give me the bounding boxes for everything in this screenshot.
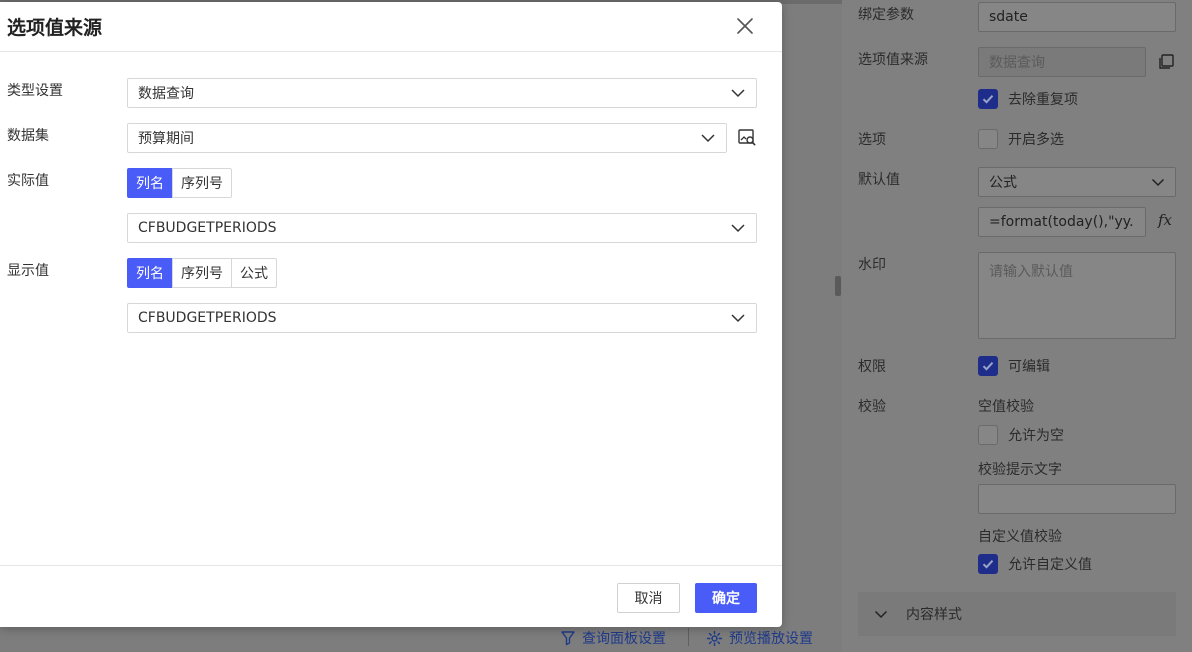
dedupe-checkbox[interactable]: 去除重复项 xyxy=(978,89,1078,109)
default-type-value: 公式 xyxy=(989,175,1017,191)
type-setting-select[interactable]: 数据查询 xyxy=(127,78,757,108)
actual-value-label: 实际值 xyxy=(7,173,49,189)
query-panel-settings-link[interactable]: 查询面板设置 xyxy=(560,628,666,648)
panel-resize-handle[interactable] xyxy=(835,276,841,296)
bind-param-value: sdate xyxy=(989,9,1028,25)
editable-label: 可编辑 xyxy=(1008,359,1050,375)
actual-tab-sequence[interactable]: 序列号 xyxy=(172,168,232,198)
type-setting-value: 数据查询 xyxy=(138,86,194,102)
confirm-button[interactable]: 确定 xyxy=(695,583,757,613)
chevron-down-icon xyxy=(874,610,888,619)
hint-text-title: 校验提示文字 xyxy=(978,462,1062,478)
content-style-label: 内容样式 xyxy=(906,607,962,623)
watermark-label: 水印 xyxy=(858,257,886,273)
display-tab-sequence[interactable]: 序列号 xyxy=(172,258,232,288)
empty-validation-title: 空值校验 xyxy=(978,399,1034,415)
dataset-preview-icon[interactable] xyxy=(737,127,757,147)
allow-custom-check-icon xyxy=(978,554,998,574)
dedupe-check-icon xyxy=(978,89,998,109)
multi-select-label: 开启多选 xyxy=(1008,132,1064,148)
query-panel-settings-label: 查询面板设置 xyxy=(582,631,666,647)
default-type-select[interactable]: 公式 xyxy=(978,167,1176,197)
actual-column-select[interactable]: CFBUDGETPERIODS xyxy=(127,213,757,243)
allow-custom-label: 允许自定义值 xyxy=(1008,557,1092,573)
chevron-down-icon xyxy=(731,89,745,98)
filter-icon xyxy=(561,631,575,646)
actual-value-tabs: 列名 序列号 xyxy=(127,168,232,198)
dataset-value: 预算期间 xyxy=(138,131,194,147)
formula-icon[interactable]: fx xyxy=(1158,211,1172,229)
option-source-dialog: 选项值来源 类型设置 数据查询 数据集 预算期间 实际值 列名 序列号 CFBU… xyxy=(0,2,782,627)
permission-label: 权限 xyxy=(858,359,886,375)
display-column-select[interactable]: CFBUDGETPERIODS xyxy=(127,303,757,333)
close-icon[interactable] xyxy=(734,15,756,37)
validation-label: 校验 xyxy=(858,399,886,415)
preview-play-settings-link[interactable]: 预览播放设置 xyxy=(706,628,813,648)
editable-checkbox[interactable]: 可编辑 xyxy=(978,356,1050,376)
bottom-divider xyxy=(688,628,689,646)
chevron-down-icon xyxy=(1151,178,1165,187)
hint-text-input[interactable] xyxy=(978,484,1176,514)
actual-tab-column-name[interactable]: 列名 xyxy=(127,168,173,198)
custom-validation-title: 自定义值校验 xyxy=(978,529,1062,545)
allow-empty-label: 允许为空 xyxy=(1008,428,1064,444)
watermark-textarea[interactable]: 请输入默认值 xyxy=(978,252,1176,339)
allow-empty-check-icon xyxy=(978,425,998,445)
allow-empty-checkbox[interactable]: 允许为空 xyxy=(978,425,1064,445)
default-value-label: 默认值 xyxy=(858,172,900,188)
dataset-label: 数据集 xyxy=(7,128,49,144)
editable-check-icon xyxy=(978,356,998,376)
watermark-placeholder: 请输入默认值 xyxy=(989,264,1073,280)
chevron-down-icon xyxy=(701,134,715,143)
default-formula-input[interactable]: =format(today(),"yy... xyxy=(978,207,1146,237)
multi-select-checkbox[interactable]: 开启多选 xyxy=(978,129,1064,149)
cancel-button[interactable]: 取消 xyxy=(617,583,680,613)
dataset-select[interactable]: 预算期间 xyxy=(127,123,727,153)
dialog-header: 选项值来源 xyxy=(0,2,782,52)
display-column-value: CFBUDGETPERIODS xyxy=(138,310,277,326)
dedupe-label: 去除重复项 xyxy=(1008,92,1078,108)
default-formula-value: =format(today(),"yy... xyxy=(989,214,1135,230)
display-value-tabs: 列名 序列号 公式 xyxy=(127,258,277,288)
allow-custom-checkbox[interactable]: 允许自定义值 xyxy=(978,554,1092,574)
option-source-label: 选项值来源 xyxy=(858,52,928,68)
actual-column-value: CFBUDGETPERIODS xyxy=(138,220,277,236)
copy-icon[interactable] xyxy=(1157,53,1175,71)
chevron-down-icon xyxy=(731,314,745,323)
content-style-collapse[interactable]: 内容样式 xyxy=(858,592,1176,636)
preview-play-settings-label: 预览播放设置 xyxy=(729,631,813,647)
option-source-placeholder: 数据查询 xyxy=(989,55,1045,71)
display-value-label: 显示值 xyxy=(7,263,49,279)
type-setting-label: 类型设置 xyxy=(7,83,63,99)
chevron-down-icon xyxy=(731,224,745,233)
dialog-title: 选项值来源 xyxy=(7,17,103,39)
gear-icon xyxy=(706,630,723,646)
bind-param-label: 绑定参数 xyxy=(858,7,914,23)
multi-select-check-icon xyxy=(978,129,998,149)
display-tab-formula[interactable]: 公式 xyxy=(231,258,277,288)
display-tab-column-name[interactable]: 列名 xyxy=(127,258,173,288)
options-label: 选项 xyxy=(858,132,886,148)
bind-param-input[interactable]: sdate xyxy=(978,2,1176,32)
dialog-footer: 取消 确定 xyxy=(0,565,782,627)
option-source-input: 数据查询 xyxy=(978,47,1146,77)
